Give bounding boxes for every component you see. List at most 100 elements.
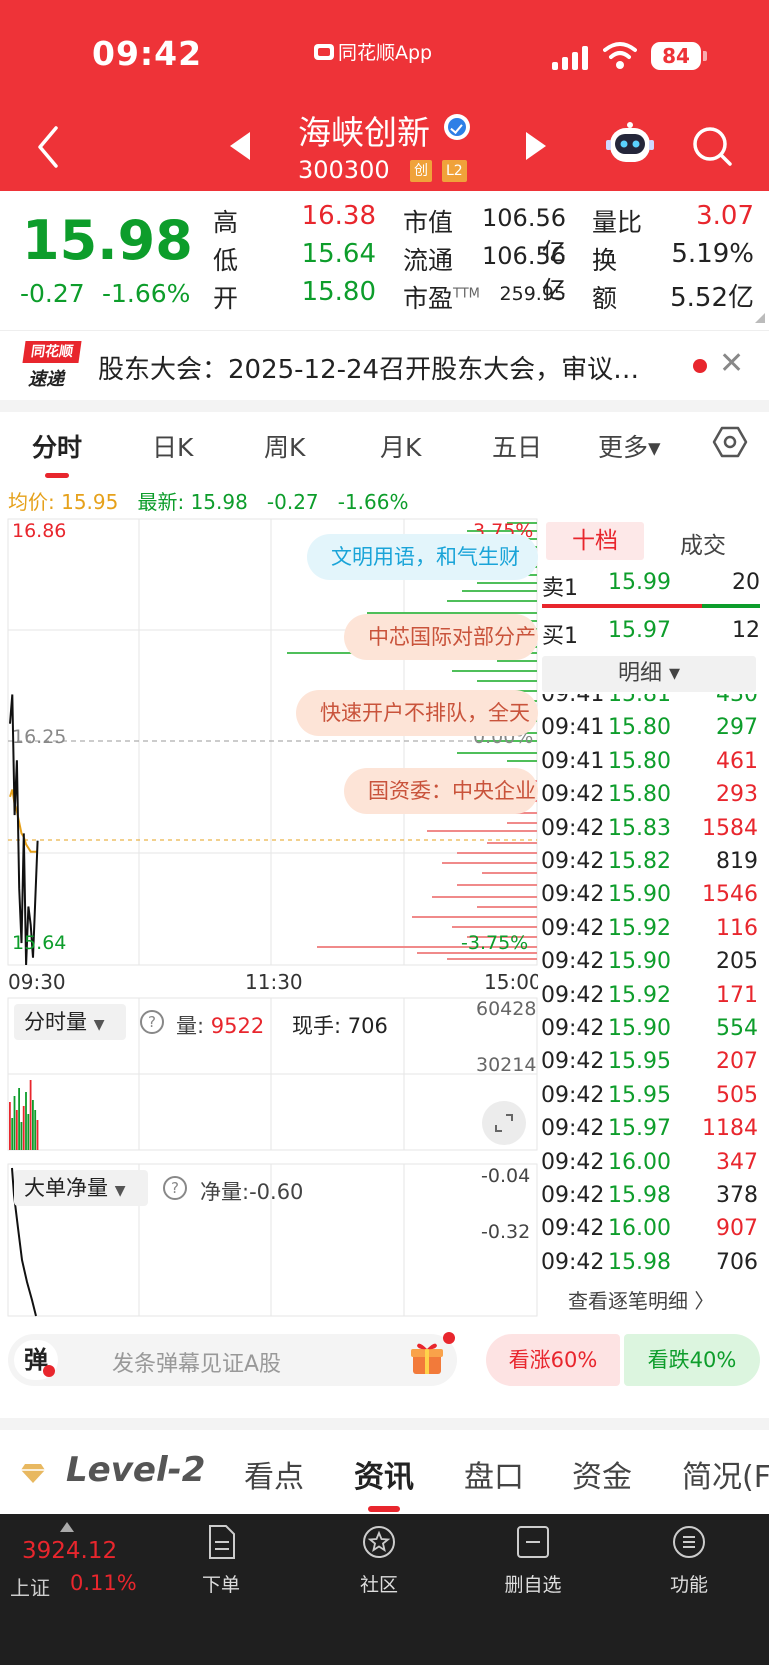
nav-place-order[interactable]: 下单: [171, 1524, 271, 1597]
detail-dropdown[interactable]: 明细 ▾: [542, 656, 756, 692]
time-noon-label: 11:30: [245, 970, 303, 994]
tab-profile[interactable]: 简况(F: [682, 1452, 769, 1496]
search-icon[interactable]: [690, 124, 734, 168]
tick-volume: 505: [716, 1082, 758, 1108]
tick-volume: 171: [716, 982, 758, 1008]
robot-assistant-icon[interactable]: [604, 120, 656, 170]
level2-label[interactable]: Level-2: [66, 1450, 205, 1490]
tick-price: 15.90: [608, 949, 671, 975]
tick-time: 09:42: [541, 849, 605, 874]
volume-type-select[interactable]: 分时量 ▼: [14, 1004, 126, 1040]
flow-axis-mid: -0.32: [481, 1221, 531, 1243]
flow-type-select[interactable]: 大单净量 ▼: [14, 1170, 148, 1206]
tick-time: 09:42: [541, 1149, 605, 1175]
chat-bubble[interactable]: 国资委：中央企业: [344, 768, 538, 814]
help-icon[interactable]: ?: [140, 1010, 164, 1034]
tick-row: 09:42 15.92 171: [540, 983, 760, 1016]
tab-deals[interactable]: 成交: [680, 526, 726, 560]
tick-volume: 554: [716, 1016, 758, 1041]
tab-more[interactable]: 更多▾: [598, 428, 661, 464]
fullscreen-icon[interactable]: [482, 1101, 526, 1145]
settings-icon[interactable]: [712, 424, 748, 460]
ask-depth-bar: [452, 670, 537, 672]
ask-depth-bar: [447, 600, 537, 602]
price-low-label: 15.64: [12, 932, 67, 954]
bid-ask-ratio-bar: [542, 604, 760, 608]
back-icon[interactable]: [30, 122, 70, 172]
ask-depth-bar: [457, 752, 537, 754]
nav-community[interactable]: 社区: [329, 1524, 429, 1597]
vote-bearish-button[interactable]: 看跌40%: [624, 1334, 760, 1386]
tab-capital[interactable]: 资金: [572, 1452, 632, 1496]
news-text[interactable]: 股东大会：2025-12-24召开股东大会，审议…: [98, 349, 639, 386]
tab-five-day[interactable]: 五日: [492, 428, 542, 464]
tab-intraday[interactable]: 分时: [32, 428, 82, 464]
tick-price: 15.98: [608, 1183, 671, 1208]
tick-list[interactable]: 09:41 15.81 430 09:41 15.80 297 09:41 15.80 461 0…: [540, 694, 762, 1276]
tick-time: 09:42: [541, 1016, 605, 1041]
tick-volume: 205: [716, 949, 758, 975]
next-stock-icon[interactable]: [520, 128, 550, 164]
app-indicator[interactable]: 同花顺App: [314, 38, 432, 65]
volume-bar: [9, 1102, 11, 1150]
danmu-icon[interactable]: 弹: [14, 1340, 58, 1380]
danmu-input[interactable]: 发条弹幕见证A股: [112, 1346, 281, 1378]
tab-news[interactable]: 资讯: [354, 1452, 414, 1496]
nav-label: 社区: [359, 1574, 398, 1596]
tab-order-book[interactable]: 盘口: [464, 1452, 524, 1496]
tab-active-indicator: [45, 473, 69, 478]
vote-bullish-button[interactable]: 看涨60%: [486, 1334, 620, 1386]
volume-bar: [34, 1110, 37, 1150]
pe-ttm-sup: TTM: [453, 286, 480, 302]
volume-bar: [25, 1092, 27, 1150]
expand-up-icon[interactable]: [60, 1522, 74, 1532]
tick-time: 09:42: [541, 949, 605, 975]
bid-depth-bar: [457, 884, 537, 886]
tab-highlights[interactable]: 看点: [244, 1452, 304, 1496]
tick-price: 15.80: [608, 782, 671, 808]
news-banner[interactable]: 同花顺 速递 股东大会：2025-12-24召开股东大会，审议…: [0, 330, 769, 400]
view-tick-details-link[interactable]: 查看逐笔明细 〉: [568, 1285, 714, 1314]
chat-bubble[interactable]: 中芯国际对部分产: [344, 614, 538, 660]
tick-volume: 907: [716, 1216, 758, 1242]
tab-monthly-k[interactable]: 月K: [380, 428, 421, 464]
tick-row: 09:42 16.00 907: [540, 1216, 760, 1249]
tick-price: 15.98: [608, 1249, 671, 1275]
wifi-icon: [603, 42, 637, 69]
volume-bar: [20, 1122, 23, 1150]
nav-remove-watchlist[interactable]: 删自选: [483, 1524, 583, 1597]
tick-time: 09:42: [541, 815, 605, 841]
tab-weekly-k[interactable]: 周K: [264, 428, 305, 464]
chat-bubble[interactable]: 文明用语，和气生财: [307, 534, 538, 580]
nav-label: 下单: [201, 1574, 240, 1596]
tick-row: 09:41 15.81 430: [540, 694, 760, 715]
amount-value: 5.52亿: [670, 283, 754, 313]
bid-depth-bar: [477, 906, 537, 908]
nav-functions[interactable]: 功能: [639, 1524, 739, 1597]
chat-bubble[interactable]: 快速开户不排队，全天: [296, 690, 538, 736]
tick-row: 09:42 15.95 505: [540, 1083, 760, 1116]
bid-1-volume: 12: [732, 618, 760, 643]
turnover-value: 5.19%: [671, 239, 754, 269]
pe-label: 市盈TTM: [403, 284, 480, 313]
close-news-icon[interactable]: ✕: [719, 346, 744, 381]
float-label: 流通: [403, 246, 454, 275]
stock-code: 300300: [298, 156, 390, 184]
index-value[interactable]: 3924.12: [22, 1538, 117, 1564]
expand-corner-icon[interactable]: [755, 313, 765, 323]
help-icon[interactable]: ?: [163, 1176, 187, 1200]
prev-stock-icon[interactable]: [226, 128, 256, 164]
nav-label: 删自选: [504, 1574, 562, 1596]
app-name: 同花顺App: [338, 42, 433, 64]
chart-tabs: 分时 日K 周K 月K 五日 更多▾: [0, 412, 769, 478]
verified-icon: [444, 114, 470, 140]
tick-row: 09:42 15.92 116: [540, 916, 760, 949]
quote-panel[interactable]: 15.98 -0.27 -1.66% 高 16.38 低 15.64 开 15.…: [0, 191, 769, 328]
turnover-label: 换: [592, 246, 618, 275]
gift-icon[interactable]: [410, 1340, 444, 1376]
tab-ten-level[interactable]: 十档: [546, 522, 644, 560]
notification-dot-icon: [443, 1332, 455, 1344]
signal-icon: [552, 46, 590, 70]
tab-daily-k[interactable]: 日K: [152, 428, 193, 464]
tick-time: 09:42: [541, 982, 605, 1008]
